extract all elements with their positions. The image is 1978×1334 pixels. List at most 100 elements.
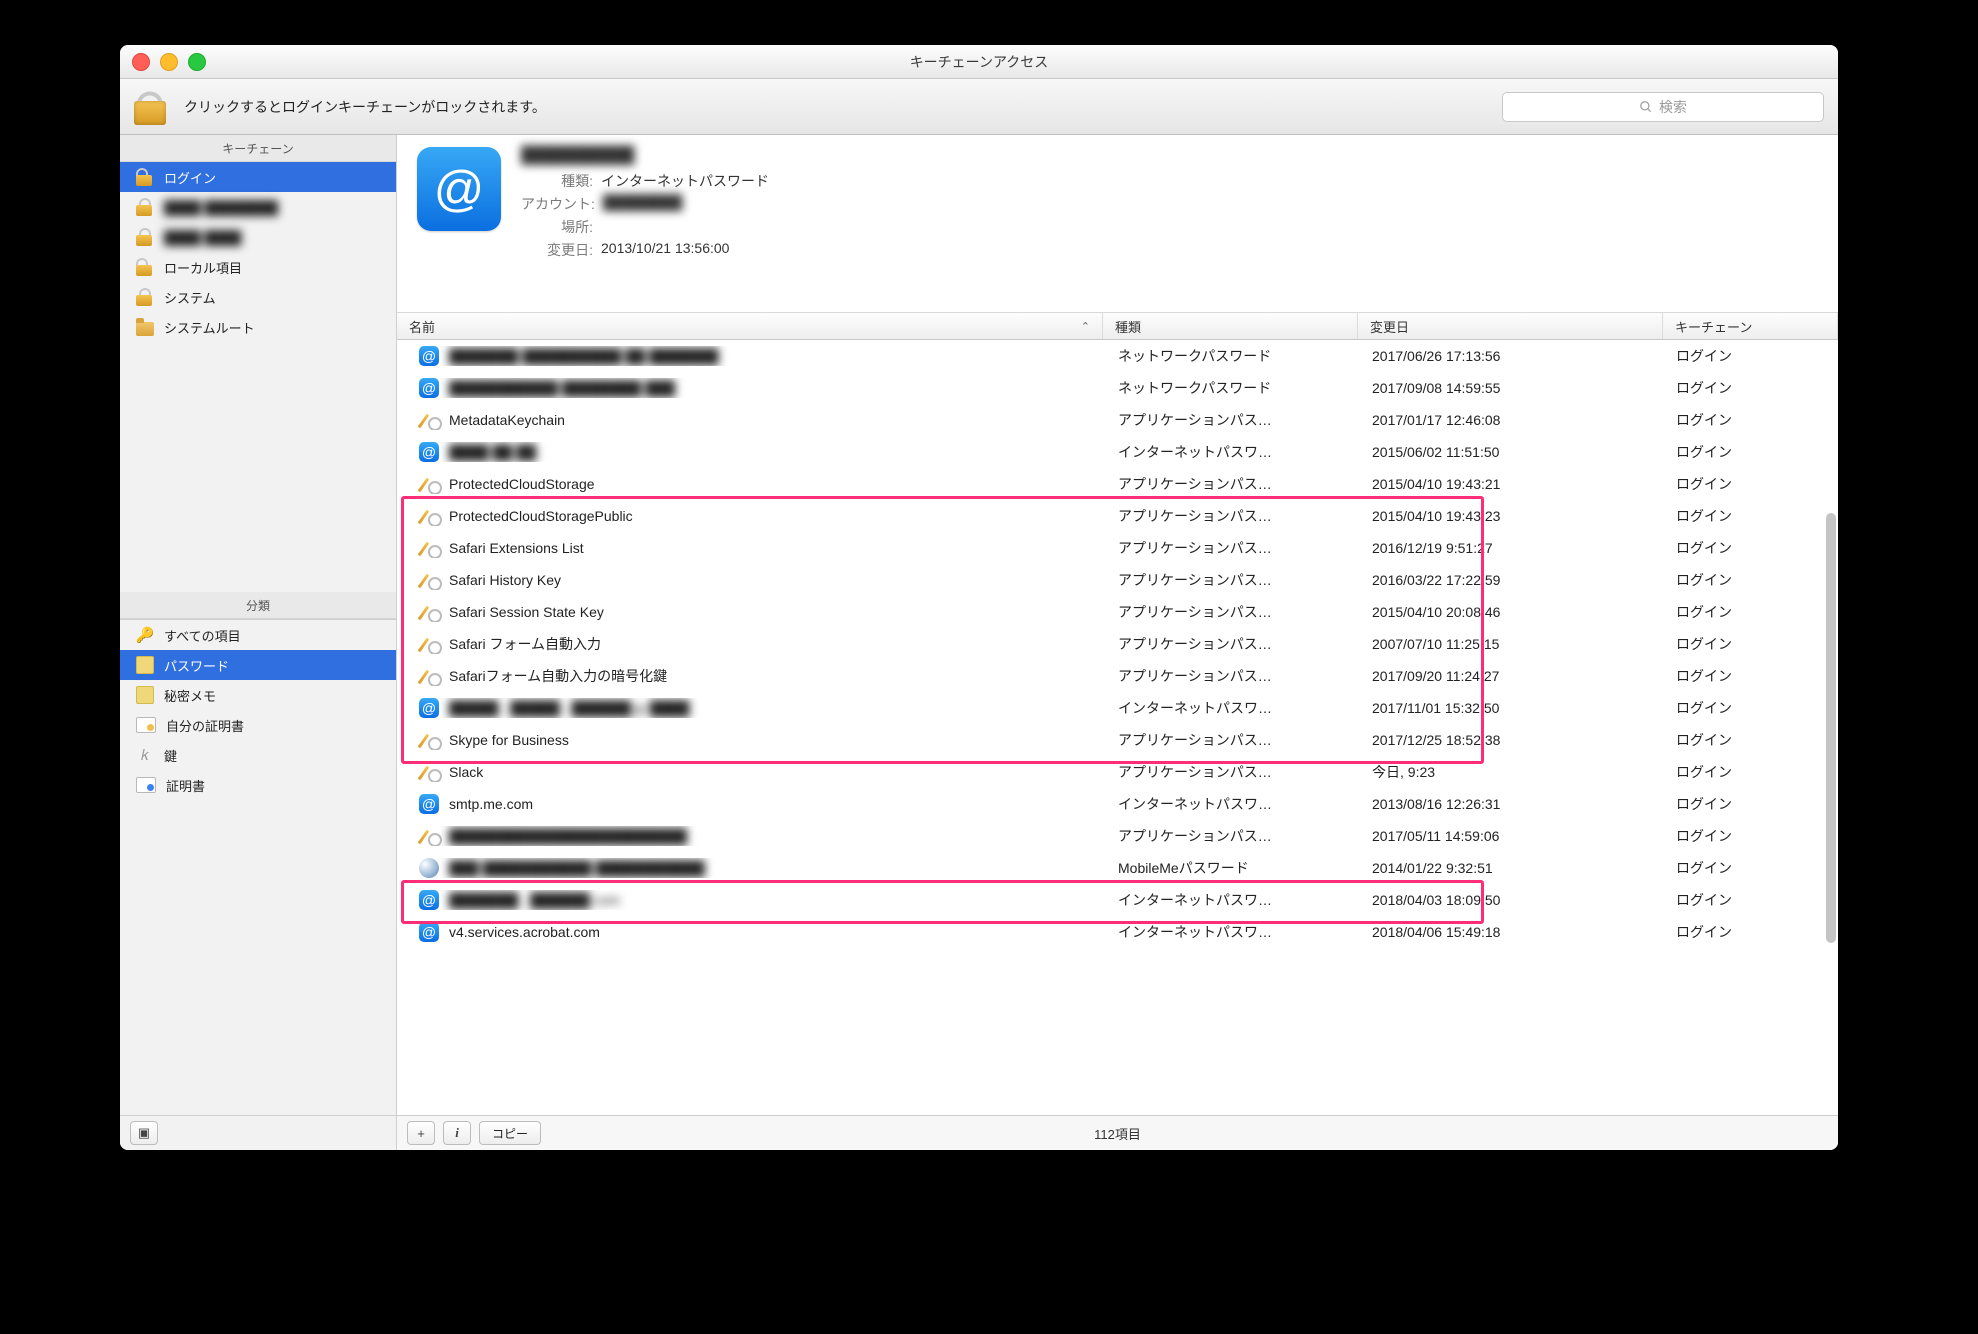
show-item-button[interactable]: ▣	[130, 1121, 158, 1145]
table-row[interactable]: @smtp.me.comインターネットパスワ…2013/08/16 12:26:…	[397, 788, 1838, 820]
category-item[interactable]: 証明書	[120, 770, 396, 800]
cert-icon	[136, 777, 156, 793]
table-row[interactable]: @███████ . ██████.comインターネットパスワ…2018/04/…	[397, 884, 1838, 916]
row-kind: アプリケーションパス…	[1106, 666, 1360, 686]
col-header-name[interactable]: 名前	[397, 313, 1103, 339]
row-name: smtp.me.com	[449, 796, 533, 812]
add-item-button[interactable]: +	[407, 1121, 435, 1145]
at-icon: @	[419, 378, 439, 398]
table-row[interactable]: @█████ . █████ . ██████.jp ████インターネットパス…	[397, 692, 1838, 724]
keychain-item-label: システムルート	[164, 318, 255, 337]
certself-icon	[136, 717, 156, 733]
at-icon: @	[419, 922, 439, 942]
scrollbar[interactable]	[1826, 513, 1836, 943]
row-date: 2013/08/16 12:26:31	[1360, 796, 1664, 812]
row-name: ███ ███████████ ███████████	[449, 860, 705, 876]
at-icon: @	[419, 442, 439, 462]
table-row[interactable]: ████████████████████████アプリケーションパス…2017/…	[397, 820, 1838, 852]
table-row[interactable]: @███████████ ████████ ███ネットワークパスワード2017…	[397, 372, 1838, 404]
application-password-icon	[419, 826, 439, 846]
lock-open-icon	[136, 168, 154, 186]
keychain-item-label: ████ ████	[164, 230, 241, 245]
category-item[interactable]: 秘密メモ	[120, 680, 396, 710]
search-field[interactable]: 検索	[1502, 92, 1824, 122]
table-row[interactable]: Skype for Businessアプリケーションパス…2017/12/25 …	[397, 724, 1838, 756]
table-row[interactable]: ProtectedCloudStoragePublicアプリケーションパス…20…	[397, 500, 1838, 532]
table-body: @███████ ██████████ ██ ███████ネットワークパスワー…	[397, 340, 1838, 948]
row-name: Safari Extensions List	[449, 540, 584, 556]
copy-button[interactable]: コピー	[479, 1121, 541, 1145]
row-date: 2016/03/22 17:22:59	[1360, 572, 1664, 588]
at-icon: @	[417, 147, 501, 231]
row-chain: ログイン	[1664, 922, 1838, 942]
keychain-item[interactable]: システムルート	[120, 312, 396, 342]
item-table[interactable]: 名前 種類 変更日 キーチェーン @███████ ██████████ ██ …	[397, 313, 1838, 1115]
keychain-item[interactable]: ████ ████	[120, 222, 396, 252]
close-button[interactable]	[132, 53, 150, 71]
row-kind: アプリケーションパス…	[1106, 762, 1360, 782]
table-row[interactable]: Safari Extensions Listアプリケーションパス…2016/12…	[397, 532, 1838, 564]
table-row[interactable]: @████ ██ ██インターネットパスワ…2015/06/02 11:51:5…	[397, 436, 1838, 468]
lock-closed-icon	[136, 288, 154, 306]
row-chain: ログイン	[1664, 442, 1838, 462]
application-password-icon	[419, 730, 439, 750]
lock-hint-text: クリックするとログインキーチェーンがロックされます。	[184, 97, 546, 117]
table-row[interactable]: Slackアプリケーションパス…今日, 9:23ログイン	[397, 756, 1838, 788]
row-kind: MobileMeパスワード	[1106, 858, 1360, 878]
row-chain: ログイン	[1664, 858, 1838, 878]
window-controls	[132, 53, 206, 71]
lock-closed-icon	[136, 198, 154, 216]
row-kind: アプリケーションパス…	[1106, 730, 1360, 750]
keychain-item[interactable]: ローカル項目	[120, 252, 396, 282]
row-date: 2017/06/26 17:13:56	[1360, 348, 1664, 364]
at-icon: @	[419, 698, 439, 718]
row-chain: ログイン	[1664, 570, 1838, 590]
table-row[interactable]: Safari History Keyアプリケーションパス…2016/03/22 …	[397, 564, 1838, 596]
sidebar-heading-keychains: キーチェーン	[120, 135, 396, 162]
row-chain: ログイン	[1664, 538, 1838, 558]
category-item[interactable]: パスワード	[120, 650, 396, 680]
col-header-chain[interactable]: キーチェーン	[1663, 313, 1838, 339]
category-item[interactable]: 𝑘鍵	[120, 740, 396, 770]
row-chain: ログイン	[1664, 602, 1838, 622]
table-header: 名前 種類 変更日 キーチェーン	[397, 313, 1838, 340]
sidebar-footer: ▣	[120, 1115, 396, 1150]
table-row[interactable]: ProtectedCloudStorageアプリケーションパス…2015/04/…	[397, 468, 1838, 500]
row-chain: ログイン	[1664, 794, 1838, 814]
table-row[interactable]: @v4.services.acrobat.comインターネットパスワ…2018/…	[397, 916, 1838, 948]
detail-kind-label: 種類:	[521, 171, 593, 191]
col-header-date[interactable]: 変更日	[1358, 313, 1663, 339]
info-button[interactable]: i	[443, 1121, 471, 1145]
application-password-icon	[419, 538, 439, 558]
lock-keychain-icon[interactable]	[134, 87, 170, 127]
category-item-label: 鍵	[164, 746, 177, 765]
row-date: 2015/04/10 19:43:21	[1360, 476, 1664, 492]
table-row[interactable]: Safariフォーム自動入力の暗号化鍵アプリケーションパス…2017/09/20…	[397, 660, 1838, 692]
row-date: 2017/09/20 11:24:27	[1360, 668, 1664, 684]
row-date: 今日, 9:23	[1360, 762, 1664, 782]
category-list[interactable]: 🔑すべての項目パスワード秘密メモ自分の証明書𝑘鍵証明書	[120, 619, 396, 1115]
main-footer: + i コピー 112項目	[397, 1115, 1838, 1150]
row-kind: アプリケーションパス…	[1106, 506, 1360, 526]
category-item[interactable]: 🔑すべての項目	[120, 620, 396, 650]
keychain-item[interactable]: ログイン	[120, 162, 396, 192]
table-row[interactable]: Safari Session State Keyアプリケーションパス…2015/…	[397, 596, 1838, 628]
table-row[interactable]: Safari フォーム自動入力アプリケーションパス…2007/07/10 11:…	[397, 628, 1838, 660]
table-row[interactable]: MetadataKeychainアプリケーションパス…2017/01/17 12…	[397, 404, 1838, 436]
zoom-button[interactable]	[188, 53, 206, 71]
minimize-button[interactable]	[160, 53, 178, 71]
sidebar-heading-categories: 分類	[120, 592, 396, 619]
category-item-label: 秘密メモ	[164, 686, 216, 705]
table-row[interactable]: ███ ███████████ ███████████ MobileMeパスワード…	[397, 852, 1838, 884]
col-header-kind[interactable]: 種類	[1103, 313, 1358, 339]
titlebar[interactable]: キーチェーンアクセス	[120, 45, 1838, 79]
table-row[interactable]: @███████ ██████████ ██ ███████ネットワークパスワー…	[397, 340, 1838, 372]
row-name: ProtectedCloudStorage	[449, 476, 595, 492]
search-icon	[1639, 100, 1653, 114]
keychain-list[interactable]: ログイン████ ████████ ████ ████ ローカル項目システムシステム…	[120, 162, 396, 592]
keychain-item[interactable]: ████ ████████	[120, 192, 396, 222]
category-item[interactable]: 自分の証明書	[120, 710, 396, 740]
keychain-item[interactable]: システム	[120, 282, 396, 312]
application-password-icon	[419, 602, 439, 622]
row-date: 2017/09/08 14:59:55	[1360, 380, 1664, 396]
